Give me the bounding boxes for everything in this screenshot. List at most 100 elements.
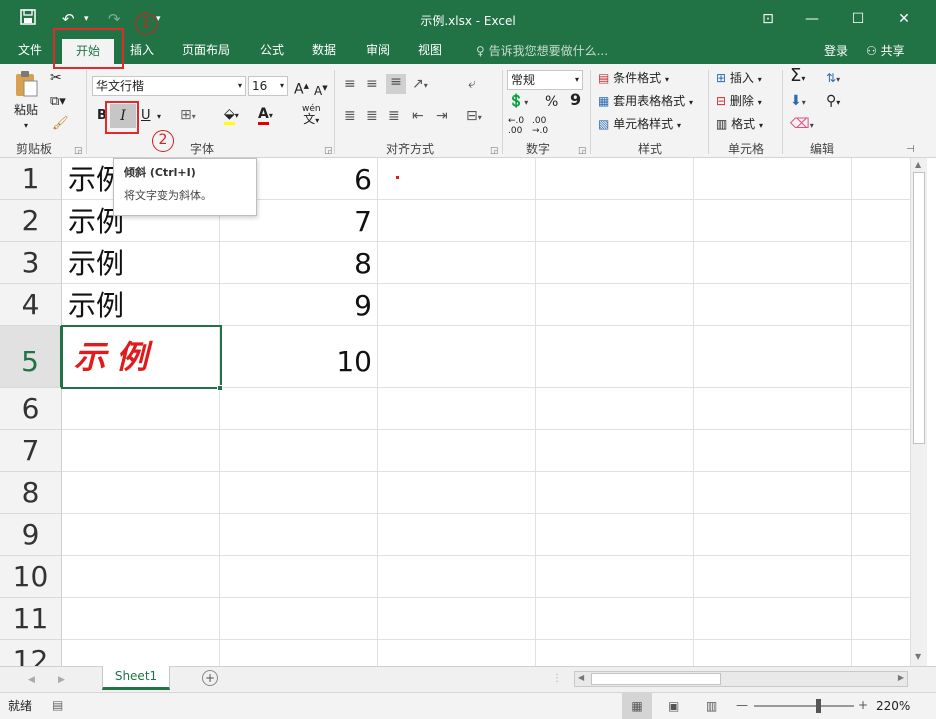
scroll-left-icon[interactable]: ◀ xyxy=(578,673,584,682)
format-cells-button[interactable]: ▥ 格式 ▾ xyxy=(716,116,763,134)
shrink-font-button[interactable]: A▼ xyxy=(314,80,328,99)
cell-c1[interactable] xyxy=(378,158,536,200)
merge-center-icon[interactable]: ⊟▾ xyxy=(466,108,482,126)
row-header[interactable]: 6 xyxy=(0,388,62,430)
cell-f10[interactable] xyxy=(852,556,910,598)
cell-c8[interactable] xyxy=(378,472,536,514)
cell-b3[interactable]: 8 xyxy=(220,242,378,284)
tab-data[interactable]: 数据 xyxy=(312,42,336,58)
phonetic-guide-icon[interactable]: wén 文▾ xyxy=(302,104,321,126)
cell-c6[interactable] xyxy=(378,388,536,430)
decrease-indent-icon[interactable]: ⇤ xyxy=(412,108,424,124)
cell-d7[interactable] xyxy=(536,430,694,472)
underline-button[interactable]: U xyxy=(141,108,151,124)
cell-f1[interactable] xyxy=(852,158,910,200)
cell-d3[interactable] xyxy=(536,242,694,284)
cell-c9[interactable] xyxy=(378,514,536,556)
horizontal-scrollbar[interactable]: ◀ ▶ xyxy=(574,671,908,687)
cell-a7[interactable] xyxy=(62,430,220,472)
zoom-slider-thumb[interactable] xyxy=(816,699,821,713)
fill-color-icon[interactable]: ⬙▾ xyxy=(224,106,239,125)
tab-file[interactable]: 文件 xyxy=(18,42,42,58)
cell-d9[interactable] xyxy=(536,514,694,556)
cell-f3[interactable] xyxy=(852,242,910,284)
align-middle-icon[interactable]: ≡ xyxy=(366,76,378,92)
cell-e11[interactable] xyxy=(694,598,852,640)
cell-b9[interactable] xyxy=(220,514,378,556)
pin-ribbon-icon[interactable]: ⊣ xyxy=(906,142,915,158)
minimize-button[interactable]: — xyxy=(798,8,826,30)
paste-button[interactable]: 粘贴 ▾ xyxy=(10,70,42,134)
tell-me-box[interactable]: ♀ 告诉我您想要做什么... xyxy=(476,42,608,59)
cell-a10[interactable] xyxy=(62,556,220,598)
cell-c2[interactable] xyxy=(378,200,536,242)
cell-f4[interactable] xyxy=(852,284,910,326)
format-as-table-button[interactable]: ▦ 套用表格格式 ▾ xyxy=(598,93,693,111)
cell-a12[interactable] xyxy=(62,640,220,666)
alignment-launcher-icon[interactable]: ◲ xyxy=(490,146,499,156)
delete-cells-button[interactable]: ⊟ 删除 ▾ xyxy=(716,93,762,111)
cell-c10[interactable] xyxy=(378,556,536,598)
sign-in-link[interactable]: 登录 xyxy=(824,42,848,59)
cell-f7[interactable] xyxy=(852,430,910,472)
cell-c3[interactable] xyxy=(378,242,536,284)
cell-e7[interactable] xyxy=(694,430,852,472)
cell-d1[interactable] xyxy=(536,158,694,200)
cell-e10[interactable] xyxy=(694,556,852,598)
increase-decimal-icon[interactable]: ←.0.00 xyxy=(508,116,524,136)
cell-c5[interactable] xyxy=(378,326,536,388)
maximize-button[interactable]: ☐ xyxy=(844,8,872,30)
cell-e9[interactable] xyxy=(694,514,852,556)
cell-b7[interactable] xyxy=(220,430,378,472)
increase-indent-icon[interactable]: ⇥ xyxy=(436,108,448,124)
row-header[interactable]: 3 xyxy=(0,242,62,284)
font-color-icon[interactable]: A▾ xyxy=(258,106,273,125)
underline-dropdown-icon[interactable]: ▾ xyxy=(157,109,161,125)
horizontal-scroll-thumb[interactable] xyxy=(591,673,721,685)
row-header[interactable]: 2 xyxy=(0,200,62,242)
font-launcher-icon[interactable]: ◲ xyxy=(324,146,333,156)
cut-icon[interactable]: ✂ xyxy=(50,70,62,86)
font-size-box[interactable]: 16 ▾ xyxy=(248,76,288,96)
cell-b5[interactable]: 10 xyxy=(220,326,378,388)
borders-icon[interactable]: ⊞▾ xyxy=(180,107,196,125)
row-header[interactable]: 1 xyxy=(0,158,62,200)
row-header[interactable]: 12 xyxy=(0,640,62,666)
row-header[interactable]: 7 xyxy=(0,430,62,472)
cell-e6[interactable] xyxy=(694,388,852,430)
cell-e3[interactable] xyxy=(694,242,852,284)
vertical-scroll-thumb[interactable] xyxy=(913,172,925,444)
zoom-slider[interactable] xyxy=(754,699,854,713)
cell-a3[interactable]: 示例 xyxy=(62,242,220,284)
grow-font-button[interactable]: A▲ xyxy=(294,78,309,98)
align-right-icon[interactable]: ≣ xyxy=(388,108,400,124)
tab-formulas[interactable]: 公式 xyxy=(260,42,284,58)
sort-filter-icon[interactable]: ⇅▾ xyxy=(826,70,840,88)
tab-review[interactable]: 审阅 xyxy=(366,42,390,58)
share-button[interactable]: ⚇ 共享 xyxy=(866,42,905,59)
row-header[interactable]: 4 xyxy=(0,284,62,326)
cell-d2[interactable] xyxy=(536,200,694,242)
prev-sheet-icon[interactable]: ◀ xyxy=(28,672,35,688)
fill-handle[interactable] xyxy=(217,385,223,391)
font-name-box[interactable]: 华文行楷 ▾ xyxy=(92,76,246,96)
cell-c7[interactable] xyxy=(378,430,536,472)
cell-b4[interactable]: 9 xyxy=(220,284,378,326)
row-header[interactable]: 10 xyxy=(0,556,62,598)
cell-d12[interactable] xyxy=(536,640,694,666)
cell-b8[interactable] xyxy=(220,472,378,514)
cell-f11[interactable] xyxy=(852,598,910,640)
cell-styles-button[interactable]: ▧ 单元格样式 ▾ xyxy=(598,116,681,134)
cell-b6[interactable] xyxy=(220,388,378,430)
scroll-up-icon[interactable]: ▲ xyxy=(915,160,921,169)
clear-icon[interactable]: ⌫▾ xyxy=(790,116,814,134)
cell-d11[interactable] xyxy=(536,598,694,640)
cell-d10[interactable] xyxy=(536,556,694,598)
cell-a4[interactable]: 示例 xyxy=(62,284,220,326)
cell-f6[interactable] xyxy=(852,388,910,430)
find-select-icon[interactable]: ⚲▾ xyxy=(826,93,840,111)
percent-button[interactable]: % xyxy=(545,94,558,110)
insert-cells-button[interactable]: ⊞ 插入 ▾ xyxy=(716,70,762,88)
next-sheet-icon[interactable]: ▶ xyxy=(58,672,65,688)
vertical-scrollbar[interactable]: ▲ ▼ xyxy=(910,158,927,666)
